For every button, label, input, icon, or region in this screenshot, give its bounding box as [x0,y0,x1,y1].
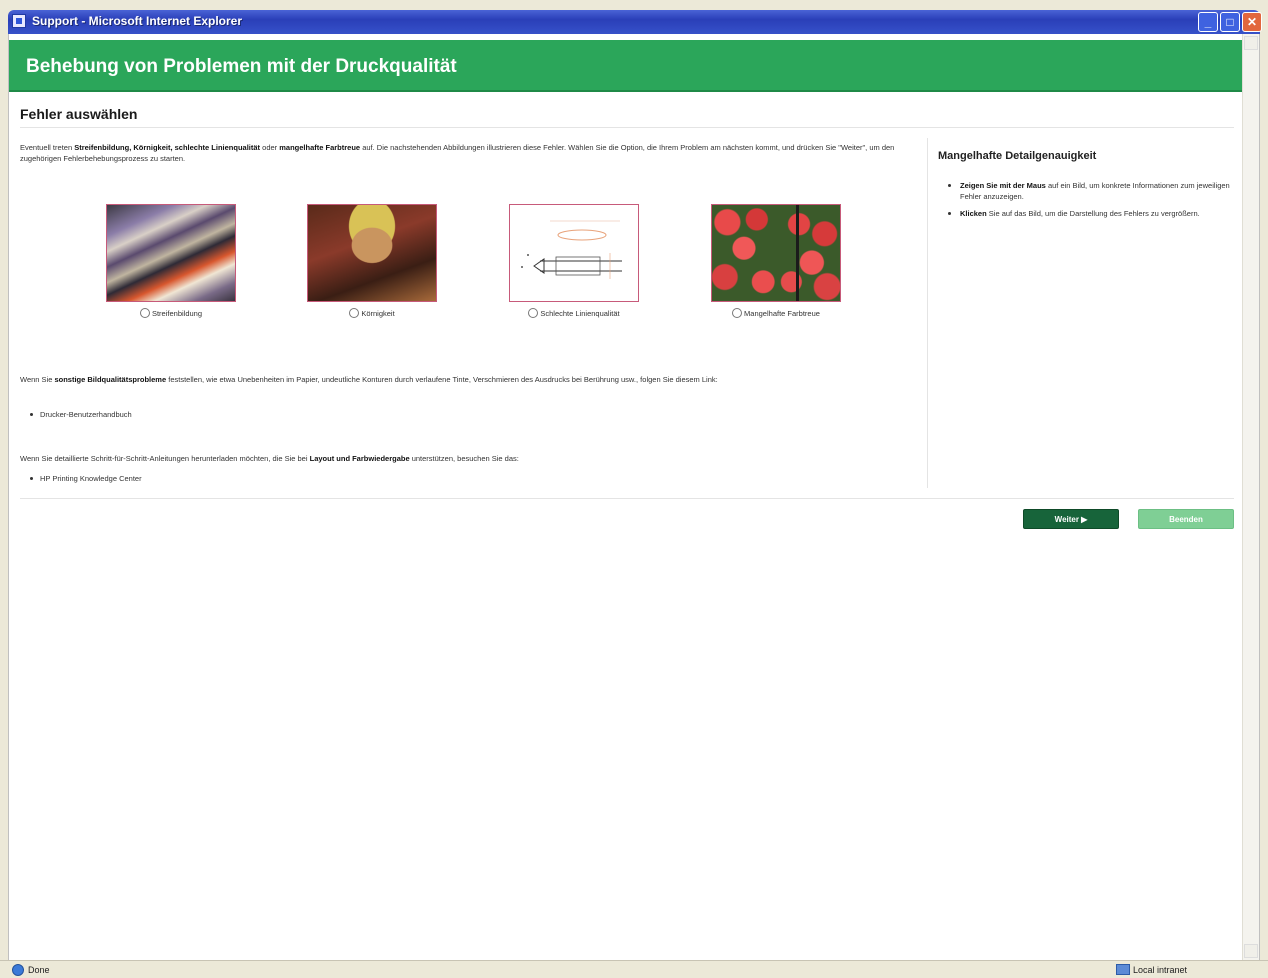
intro-text: Eventuell treten Streifenbildung, Körnig… [20,143,895,163]
scroll-up-icon[interactable] [1244,36,1258,50]
page-header: Behebung von Problemen mit der Druckqual… [9,40,1243,92]
zone-text: Local intranet [1133,965,1188,975]
other-issues-text: Wenn Sie sonstige Bildqualitätsprobleme … [20,375,718,384]
close-button[interactable]: ✕ [1242,12,1262,32]
defect-label: Körnigkeit [361,308,395,318]
next-button[interactable]: Weiter ▶ [1023,509,1119,529]
defect-options: Streifenbildung Körnigkeit Schlechte Lin… [101,204,841,326]
maximize-button[interactable]: □ [1220,12,1240,32]
grainy-sample-image[interactable] [307,204,437,302]
line-quality-sample-image[interactable] [509,204,639,302]
user-guide-link[interactable]: Drucker-Benutzerhandbuch [30,410,132,419]
sidebar: Mangelhafte Detailgenauigkeit Zeigen Sie… [938,150,1234,225]
main-column: Eventuell treten Streifenbildung, Körnig… [20,142,915,483]
section-title: Fehler auswählen [20,106,138,122]
page-viewport: Behebung von Problemen mit der Druckqual… [8,34,1260,960]
status-bar: Done Local intranet [0,960,1268,978]
page-status-icon [12,964,24,976]
sidebar-list: Zeigen Sie mit der Maus auf ein Bild, um… [938,180,1234,219]
page-title: Behebung von Problemen mit der Druckqual… [26,56,457,77]
color-fidelity-sample-image[interactable] [711,204,841,302]
defect-label: Mangelhafte Farbtreue [744,308,820,318]
defect-option-color[interactable]: Mangelhafte Farbtreue [706,204,846,318]
defect-option-line-quality[interactable]: Schlechte Linienqualität [504,204,644,318]
cancel-button[interactable]: Beenden [1138,509,1234,529]
defect-option-grainy[interactable]: Körnigkeit [302,204,442,318]
knowledge-center-link[interactable]: HP Printing Knowledge Center [30,474,142,483]
vertical-scrollbar[interactable] [1242,34,1259,960]
banding-sample-image[interactable] [106,204,236,302]
sidebar-title: Mangelhafte Detailgenauigkeit [938,150,1097,162]
sidebar-item: Klicken Sie auf das Bild, um die Darstel… [938,208,1234,219]
browser-window: Support - Microsoft Internet Explorer _ … [0,0,1268,978]
sidebar-item: Zeigen Sie mit der Maus auf ein Bild, um… [938,180,1234,202]
radio-color[interactable] [732,308,743,318]
divider [20,127,1234,128]
sidebar-divider [927,138,928,488]
defect-label: Schlechte Linienqualität [540,308,620,318]
image-split-line [796,205,799,301]
defect-label: Streifenbildung [151,308,203,318]
ie-app-icon [12,14,26,28]
divider [20,498,1234,499]
window-title: Support - Microsoft Internet Explorer [32,14,243,28]
radio-banding[interactable] [139,308,150,318]
defect-option-banding[interactable]: Streifenbildung [101,204,241,318]
intranet-zone-icon [1116,964,1130,975]
bullet-icon [30,477,33,480]
title-bar: Support - Microsoft Internet Explorer _ … [8,10,1262,34]
bullet-icon [30,413,33,416]
radio-line-quality[interactable] [528,308,539,318]
minimize-button[interactable]: _ [1198,12,1218,32]
knowledge-center-text: Wenn Sie detaillierte Schritt-für-Schrit… [20,454,519,463]
status-text: Done [28,965,50,975]
scroll-down-icon[interactable] [1244,944,1258,958]
radio-grainy[interactable] [349,308,360,318]
